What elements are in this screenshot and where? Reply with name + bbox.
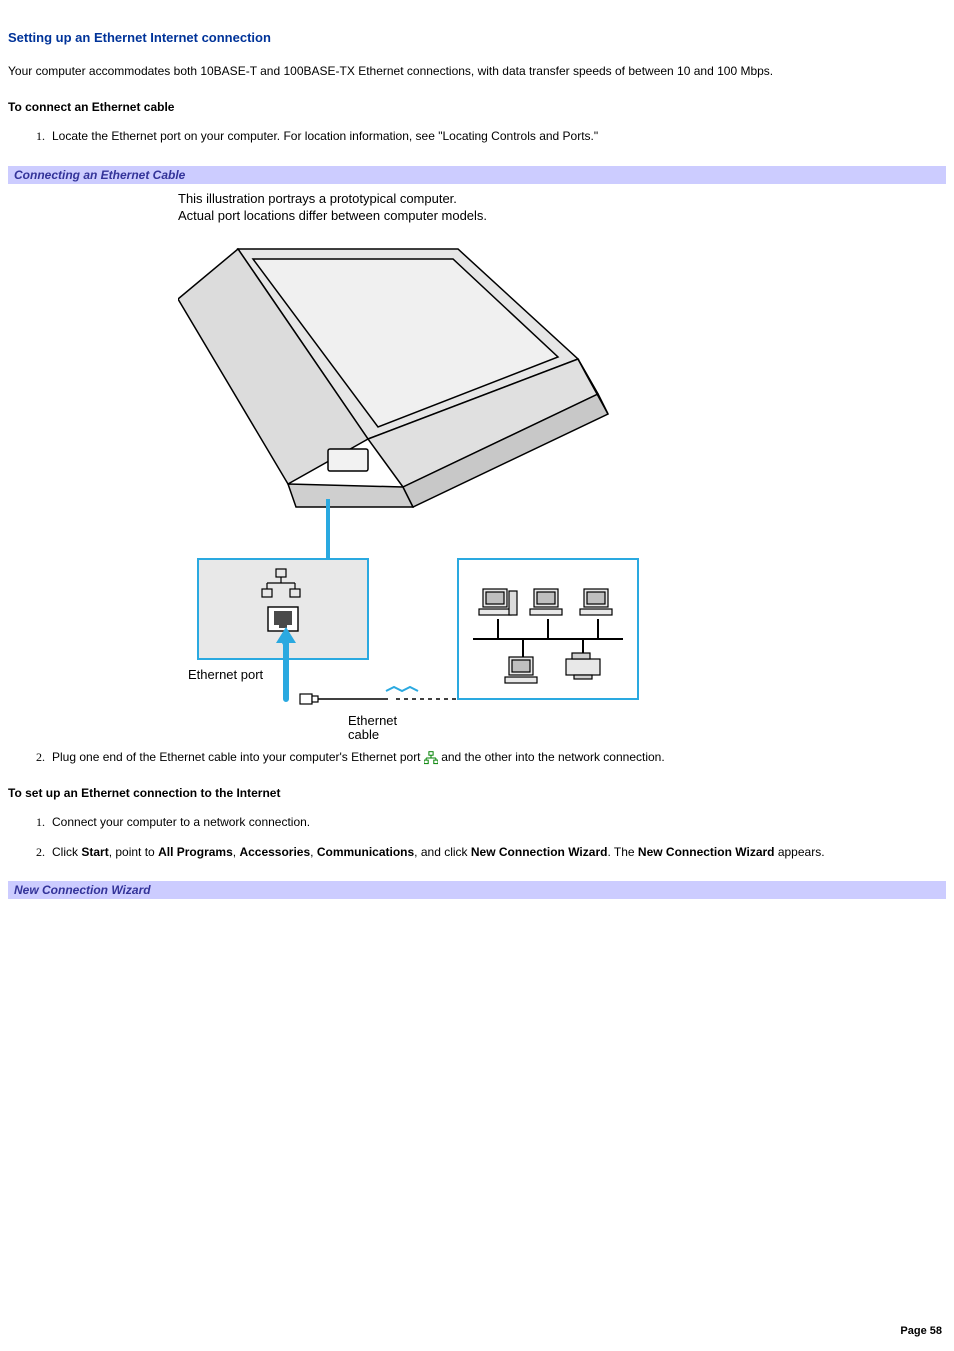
page-number: Page 58 <box>900 1325 942 1337</box>
step2-text-b: and the other into the network connectio… <box>441 750 664 764</box>
section-setup-internet-heading: To set up an Ethernet connection to the … <box>8 786 946 800</box>
label-ethernet: Ethernet <box>348 713 398 728</box>
figure-caption-new-connection-wizard: New Connection Wizard <box>8 881 946 899</box>
steps-connect-cable-cont: Plug one end of the Ethernet cable into … <box>8 749 946 766</box>
ethernet-icon <box>424 751 438 765</box>
label-ethernet-port: Ethernet port <box>188 667 264 682</box>
step-connect-network: Connect your computer to a network conne… <box>48 814 946 831</box>
document-page: Setting up an Ethernet Internet connecti… <box>0 0 954 1351</box>
intro-paragraph: Your computer accommodates both 10BASE-T… <box>8 63 946 80</box>
steps-setup-internet: Connect your computer to a network conne… <box>8 814 946 861</box>
network-panel-icon <box>458 559 638 699</box>
label-cable: cable <box>348 727 379 739</box>
steps-connect-cable: Locate the Ethernet port on your compute… <box>8 128 946 145</box>
figure-note: This illustration portrays a prototypica… <box>178 190 946 225</box>
figure-note-line2: Actual port locations differ between com… <box>178 208 487 223</box>
figure-caption-connecting-cable: Connecting an Ethernet Cable <box>8 166 946 184</box>
step-locate-port: Locate the Ethernet port on your compute… <box>48 128 946 145</box>
diagram-illustration: Ethernet port Ethernet cable <box>178 239 648 739</box>
step-new-connection-wizard: Click Start, point to All Programs, Acce… <box>48 844 946 861</box>
figure-note-line1: This illustration portrays a prototypica… <box>178 191 457 206</box>
step2-text-a: Plug one end of the Ethernet cable into … <box>52 750 424 764</box>
step-plug-cable: Plug one end of the Ethernet cable into … <box>48 749 946 766</box>
page-title: Setting up an Ethernet Internet connecti… <box>8 30 946 45</box>
figure-connecting-cable: This illustration portrays a prototypica… <box>178 190 946 739</box>
laptop-icon <box>178 249 608 507</box>
section-connect-cable-heading: To connect an Ethernet cable <box>8 100 946 114</box>
